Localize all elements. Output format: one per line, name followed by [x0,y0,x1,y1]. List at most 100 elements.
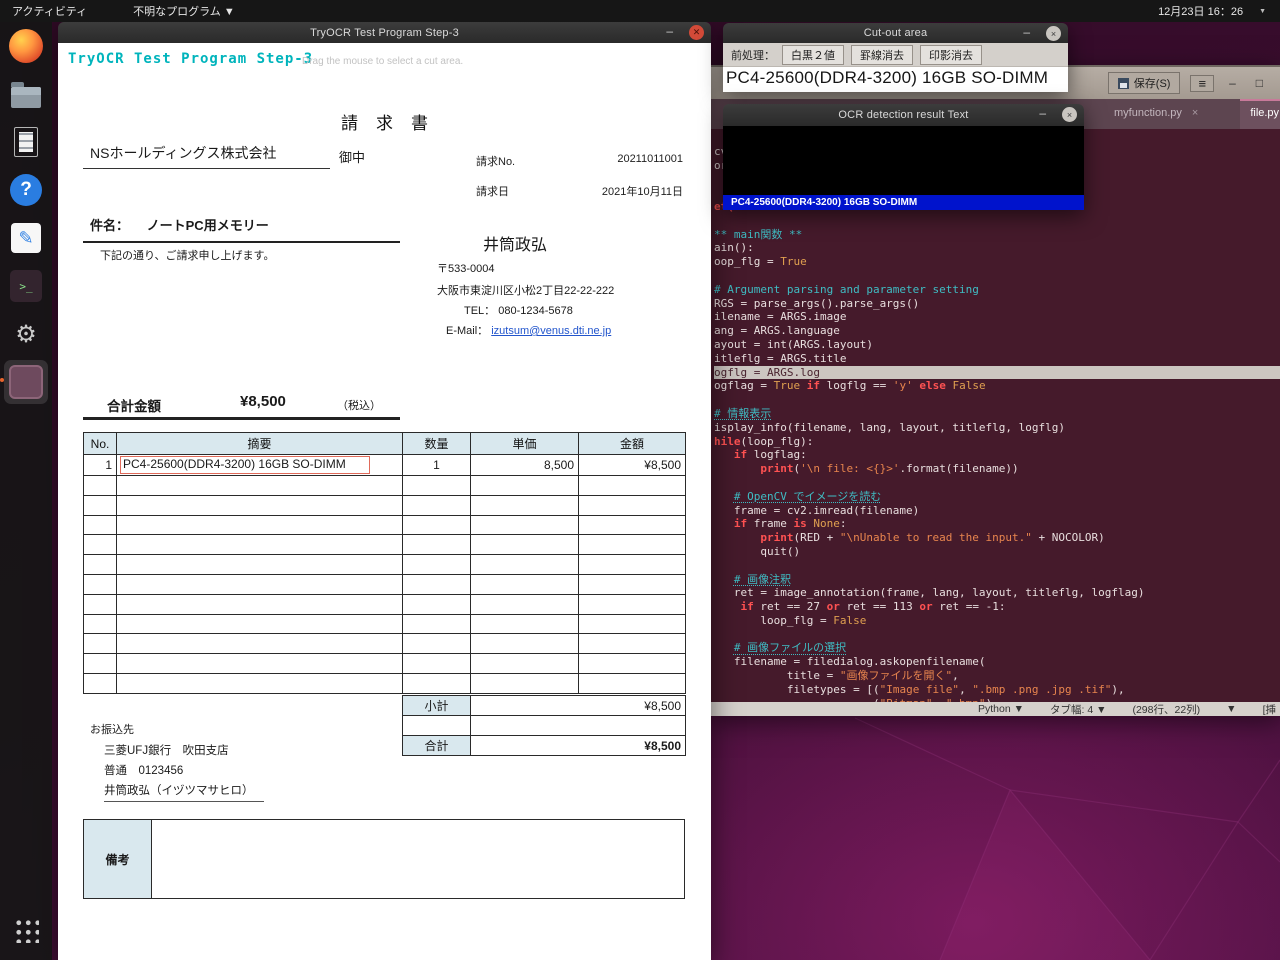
status-caret-icon[interactable]: ▼ [1226,703,1236,715]
dock-item-tryocr[interactable] [4,360,48,404]
code-line: print('\n file: <{}>'.format(filename)) [714,462,1280,476]
dock-item-terminal[interactable]: >_ [4,264,48,308]
pen-icon: ✎ [11,223,41,253]
invoice-table-body: 1PC4-25600(DDR4-3200) 16GB SO-DIMM18,500… [84,455,686,694]
cursor-position: (298行、22列) [1132,702,1200,717]
save-button[interactable]: 保存(S) [1108,72,1181,94]
tryocr-titlebar[interactable]: TryOCR Test Program Step-3 – ✕ [58,22,711,43]
ocr-selection-box: PC4-25600(DDR4-3200) 16GB SO-DIMM [120,456,370,474]
code-line: itleflg = ARGS.title [714,352,1280,366]
invoice-image-canvas[interactable]: TryOCR Test Program Step-3 Drag the mous… [58,43,711,960]
show-applications-button[interactable] [4,908,48,952]
tab-close-icon[interactable]: × [1192,107,1198,129]
code-line [714,559,1280,573]
grand-total-label: 合計金額 [107,395,161,415]
preprocess-label: 前処理： [731,47,775,63]
code-line: # OpenCV でイメージを読む [714,490,1280,504]
code-line: print(RED + "\nUnable to read the input.… [714,531,1280,545]
tab-width-selector[interactable]: タブ幅: 4 ▼ [1050,702,1106,717]
activities-button[interactable]: アクティビティ [12,3,87,19]
ocr-titlebar[interactable]: OCR detection result Text – × [723,104,1084,126]
window-title: Cut-out area [723,27,1068,39]
dock-item-notes[interactable]: ✎ [4,216,48,260]
dock-item-settings[interactable]: ⚙ [4,312,48,356]
tryocr-app-icon [9,365,43,399]
document-icon [14,127,38,157]
minimize-button[interactable]: – [662,22,677,43]
column-header: 数量 [403,433,471,455]
mail-link[interactable]: izutsum@venus.dti.ne.jp [491,325,611,337]
remarks-body [152,820,684,898]
window-title: OCR detection result Text [723,109,1084,121]
help-icon: ? [10,174,42,206]
close-button[interactable]: ✕ [689,25,704,40]
ocr-close-button[interactable]: × [1062,107,1077,122]
system-menu-icon[interactable]: ▼ [1259,8,1266,15]
code-line: ayout = int(ARGS.layout) [714,338,1280,352]
remove-stamp-button[interactable]: 印影消去 [920,45,982,65]
ocr-result-area [723,126,1084,195]
code-editor[interactable]: cv2ort et( ** main関数 **ain():oop_flg = T… [711,129,1280,702]
bank-section-heading: お振込先 [90,721,134,737]
client-honorific: 御中 [339,147,365,166]
issuer-address: 大阪市東淀川区小松2丁目22-22-222 [437,282,614,298]
save-button-label: 保存(S) [1134,75,1171,91]
dock-item-firefox[interactable] [4,24,48,68]
greeting-text: 下記の通り、ご請求申し上げます。 [100,247,274,263]
invoice-date-label: 請求日 [476,183,509,199]
empty-table-row [84,594,686,614]
code-line: if logflag: [714,448,1280,462]
remove-lines-button[interactable]: 罫線消去 [851,45,913,65]
document-title: 請求書 [58,109,711,134]
terminal-icon: >_ [10,270,42,302]
tab-myfunction-py[interactable]: myfunction.py × [1104,99,1208,129]
code-line: hile(loop_flg): [714,435,1280,449]
binarize-button[interactable]: 白黒２値 [782,45,844,65]
clock[interactable]: 12月23日 16：26 [1158,3,1243,19]
bank-name: 三菱UFJ銀行 吹田支店 [104,742,229,758]
overlay-title: TryOCR Test Program Step-3 [68,51,313,67]
cutout-minimize-button[interactable]: – [1019,23,1034,44]
column-header: 摘要 [117,433,403,455]
code-line [714,393,1280,407]
code-line: ogflag = True if logflg == 'y' else Fals… [714,379,1280,393]
cutout-close-button[interactable]: × [1046,26,1061,41]
language-mode-selector[interactable]: Python ▼ [978,703,1024,715]
invoice-table-header: No.摘要数量単価金額 [84,433,686,455]
empty-table-row [84,495,686,515]
tab-file-py[interactable]: file.py [1240,99,1280,129]
code-line: if ret == 27 or ret == 113 or ret == -1: [714,600,1280,614]
code-line: # 画像ファイルの選択 [714,641,1280,655]
ocr-minimize-button[interactable]: – [1035,104,1050,125]
editor-maximize-button[interactable]: □ [1251,76,1268,90]
app-menu-button[interactable]: 不明なプログラム ▼ [133,3,235,19]
code-line: if frame is None: [714,517,1280,531]
editor-status-bar: Python ▼ タブ幅: 4 ▼ (298行、22列) ▼ [挿 [711,702,1280,716]
cutout-titlebar[interactable]: Cut-out area – × [723,23,1068,43]
tax-row [403,716,686,736]
invoice-number-value: 20211011001 [617,153,683,169]
code-line: # Argument parsing and parameter setting [714,283,1280,297]
dock-item-files[interactable] [4,72,48,116]
overlay-hint: Drag the mouse to select a cut area. [302,56,463,67]
editor-minimize-button[interactable]: – [1224,76,1241,90]
hamburger-menu-button[interactable]: ≡ [1190,75,1214,92]
code-line [714,476,1280,490]
table-row: 1PC4-25600(DDR4-3200) 16GB SO-DIMM18,500… [84,455,686,476]
code-line: # 画像注釈 [714,573,1280,587]
gear-icon: ⚙ [9,317,43,351]
subtotal-row: 小計 ¥8,500 [403,696,686,716]
dock: ? ✎ >_ ⚙ [0,22,52,960]
dock-item-text-editor[interactable] [4,120,48,164]
ocr-selected-result-row[interactable]: PC4-25600(DDR4-3200) 16GB SO-DIMM [723,195,1084,210]
grand-total-underline [83,417,400,420]
remarks-label: 備考 [84,820,152,898]
total-row: 合計 ¥8,500 [403,736,686,756]
grand-total-value: ¥8,500 [240,393,286,410]
total-row-label: 合計 [403,736,471,756]
dock-item-help[interactable]: ? [4,168,48,212]
tryocr-window: TryOCR Test Program Step-3 – ✕ TryOCR Te… [58,22,711,960]
invoice-date-value: 2021年10月11日 [602,183,683,199]
subject-row: 件名： ノートPC用メモリー [83,215,400,243]
code-line [714,628,1280,642]
